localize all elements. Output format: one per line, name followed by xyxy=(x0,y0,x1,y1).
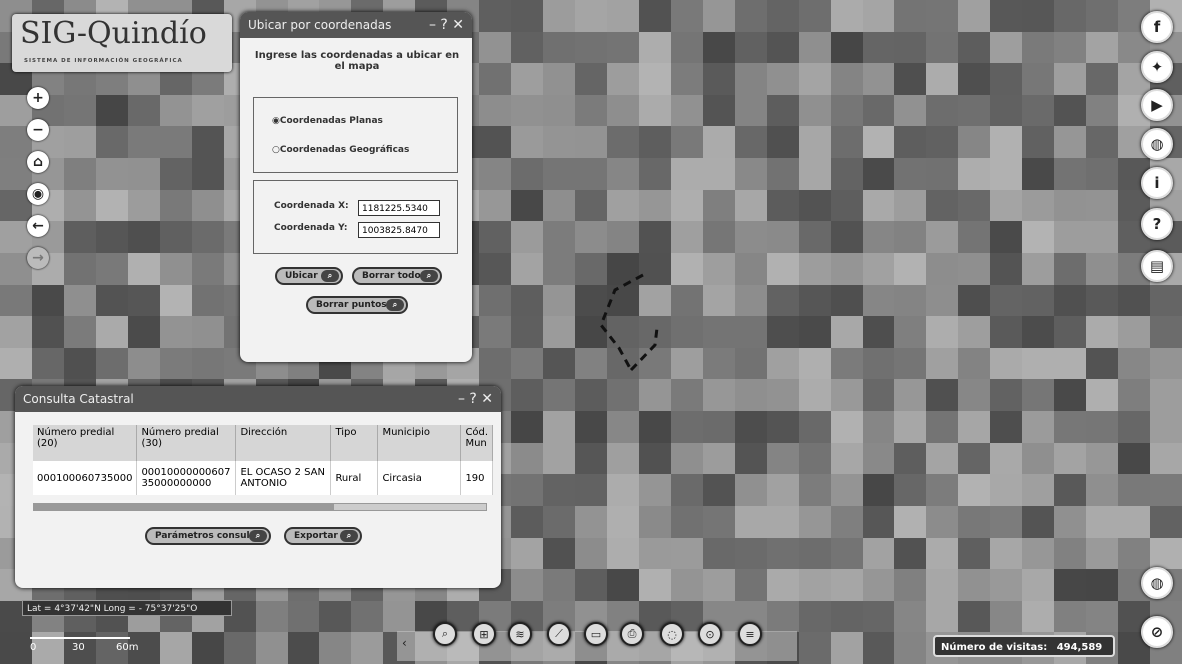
forward-arrow-icon[interactable]: → xyxy=(27,247,49,269)
cadastral-panel-titlebar[interactable]: Consulta Catastral – ? ✕ xyxy=(15,386,501,412)
locate-button[interactable]: Ubicar ⌕ xyxy=(275,267,343,285)
query-parameters-button[interactable]: Parámetros consulta ⌕ xyxy=(145,527,271,545)
twitter-icon[interactable]: ✦ xyxy=(1141,51,1173,83)
table-row[interactable]: 000100060735000 00010000000607 350000000… xyxy=(33,461,494,495)
coordinate-x-field[interactable]: 1181225.5340 xyxy=(358,200,440,216)
globe-icon[interactable]: ◍ xyxy=(1141,128,1173,160)
scale-label: 60m xyxy=(116,642,139,653)
column-header: Dirección xyxy=(235,425,332,461)
column-header: Número predial (30) xyxy=(136,425,237,461)
coordinate-values-group xyxy=(253,180,458,254)
cadastral-results-table: Número predial (20) Número predial (30) … xyxy=(33,425,494,495)
zoom-in-icon[interactable]: + xyxy=(27,87,49,109)
scale-label: 30 xyxy=(72,642,85,653)
coordinates-panel-titlebar[interactable]: Ubicar por coordenadas – ? ✕ xyxy=(240,12,472,38)
back-arrow-icon[interactable]: ← xyxy=(27,215,49,237)
logo-name: SIG-Quindío xyxy=(20,16,207,51)
search-icon: ⌕ xyxy=(420,270,438,282)
horizontal-scrollbar[interactable] xyxy=(33,503,487,511)
clear-points-button-label: Borrar puntos xyxy=(316,300,387,310)
layers-icon[interactable]: ≋ xyxy=(508,622,532,646)
clear-all-button[interactable]: Borrar todo ⌕ xyxy=(352,267,442,285)
home-icon[interactable]: ⌂ xyxy=(27,151,49,173)
scale-label: 0 xyxy=(30,642,37,653)
search-icon: ⌕ xyxy=(340,530,358,542)
radio-coordenadas-geograficas[interactable]: ○Coordenadas Geográficas xyxy=(272,145,409,155)
visit-counter: Número de visitas: 494,589 xyxy=(933,635,1115,657)
print-icon[interactable]: ⎙ xyxy=(620,622,644,646)
column-header: Número predial (20) xyxy=(33,425,138,461)
youtube-icon[interactable]: ▶ xyxy=(1141,89,1173,121)
panel-window-controls[interactable]: – ? ✕ xyxy=(458,386,493,412)
pin-icon[interactable]: ⊙ xyxy=(698,622,722,646)
scrollbar-thumb[interactable] xyxy=(34,504,334,510)
eye-icon[interactable]: ◉ xyxy=(27,183,49,205)
search-icon[interactable]: ⌕ xyxy=(433,622,457,646)
table-cell: 190 xyxy=(460,461,494,495)
table-header-row: Número predial (20) Número predial (30) … xyxy=(33,425,494,461)
table-cell: Rural xyxy=(330,461,379,495)
grid-icon[interactable]: ⊞ xyxy=(472,622,496,646)
coordinate-readout: Lat = 4°37'42"N Long = - 75°37'25"O xyxy=(22,600,232,616)
coordinates-heading: Ingrese las coordenadas a ubicar en el m… xyxy=(254,50,460,72)
coordinates-panel-title: Ubicar por coordenadas xyxy=(248,18,392,32)
document-icon[interactable]: ▤ xyxy=(1141,250,1173,282)
toolbar-collapse-arrow[interactable]: ‹ xyxy=(402,636,407,650)
clear-all-button-label: Borrar todo xyxy=(362,271,421,281)
scale-bar xyxy=(30,633,130,639)
clear-points-button[interactable]: Borrar puntos ⌕ xyxy=(306,296,408,314)
globe-icon[interactable]: ◍ xyxy=(1141,567,1173,599)
radio-label-planas: Coordenadas Planas xyxy=(279,116,383,126)
folder-icon[interactable]: ▭ xyxy=(584,622,608,646)
export-button-label: Exportar xyxy=(294,531,338,541)
export-button[interactable]: Exportar ⌕ xyxy=(284,527,362,545)
help-icon[interactable]: ? xyxy=(1141,208,1173,240)
coordinate-x-label: Coordenada X: xyxy=(274,201,349,211)
column-header: Cód. Mun xyxy=(460,425,494,461)
visit-counter-label: Número de visitas: xyxy=(941,642,1048,653)
coordinate-readout-text: Lat = 4°37'42"N Long = - 75°37'25"O xyxy=(27,604,198,614)
query-parameters-label: Parámetros consulta xyxy=(155,531,260,541)
list-icon[interactable]: ≡ xyxy=(738,622,762,646)
panel-window-controls[interactable]: – ? ✕ xyxy=(429,12,464,38)
column-header: Tipo xyxy=(330,425,379,461)
parcel-outline xyxy=(599,273,659,372)
coordinate-y-field[interactable]: 1003825.8470 xyxy=(358,222,440,238)
logo: SIG-Quindío SISTEMA DE INFORMACIÓN GEOGR… xyxy=(12,14,232,72)
table-cell: 000100060735000 xyxy=(33,461,138,495)
info-icon[interactable]: i xyxy=(1141,167,1173,199)
cadastral-panel-title: Consulta Catastral xyxy=(23,392,134,406)
search-icon: ⌕ xyxy=(249,530,267,542)
search-icon: ⌕ xyxy=(386,299,404,311)
radio-label-geograficas: Coordenadas Geográficas xyxy=(279,145,410,155)
visit-counter-value: 494,589 xyxy=(1056,642,1103,653)
measure-icon[interactable]: ⟋ xyxy=(547,622,571,646)
map-icon[interactable]: ◌ xyxy=(660,622,684,646)
search-icon: ⌕ xyxy=(321,270,339,282)
zoom-out-icon[interactable]: − xyxy=(27,119,49,141)
radio-coordenadas-planas[interactable]: ◉Coordenadas Planas xyxy=(272,116,383,126)
coordinate-type-group xyxy=(253,97,458,173)
coordinate-y-label: Coordenada Y: xyxy=(274,223,348,233)
table-cell: EL OCASO 2 SAN ANTONIO xyxy=(235,461,332,495)
visibility-off-icon[interactable]: ⊘ xyxy=(1141,616,1173,648)
table-cell: Circasia xyxy=(377,461,462,495)
column-header: Municipio xyxy=(377,425,462,461)
facebook-icon[interactable]: f xyxy=(1141,11,1173,43)
logo-subtitle: SISTEMA DE INFORMACIÓN GEOGRÁFICA xyxy=(24,58,183,64)
table-cell: 00010000000607 35000000000 xyxy=(136,461,237,495)
locate-button-label: Ubicar xyxy=(285,271,318,281)
